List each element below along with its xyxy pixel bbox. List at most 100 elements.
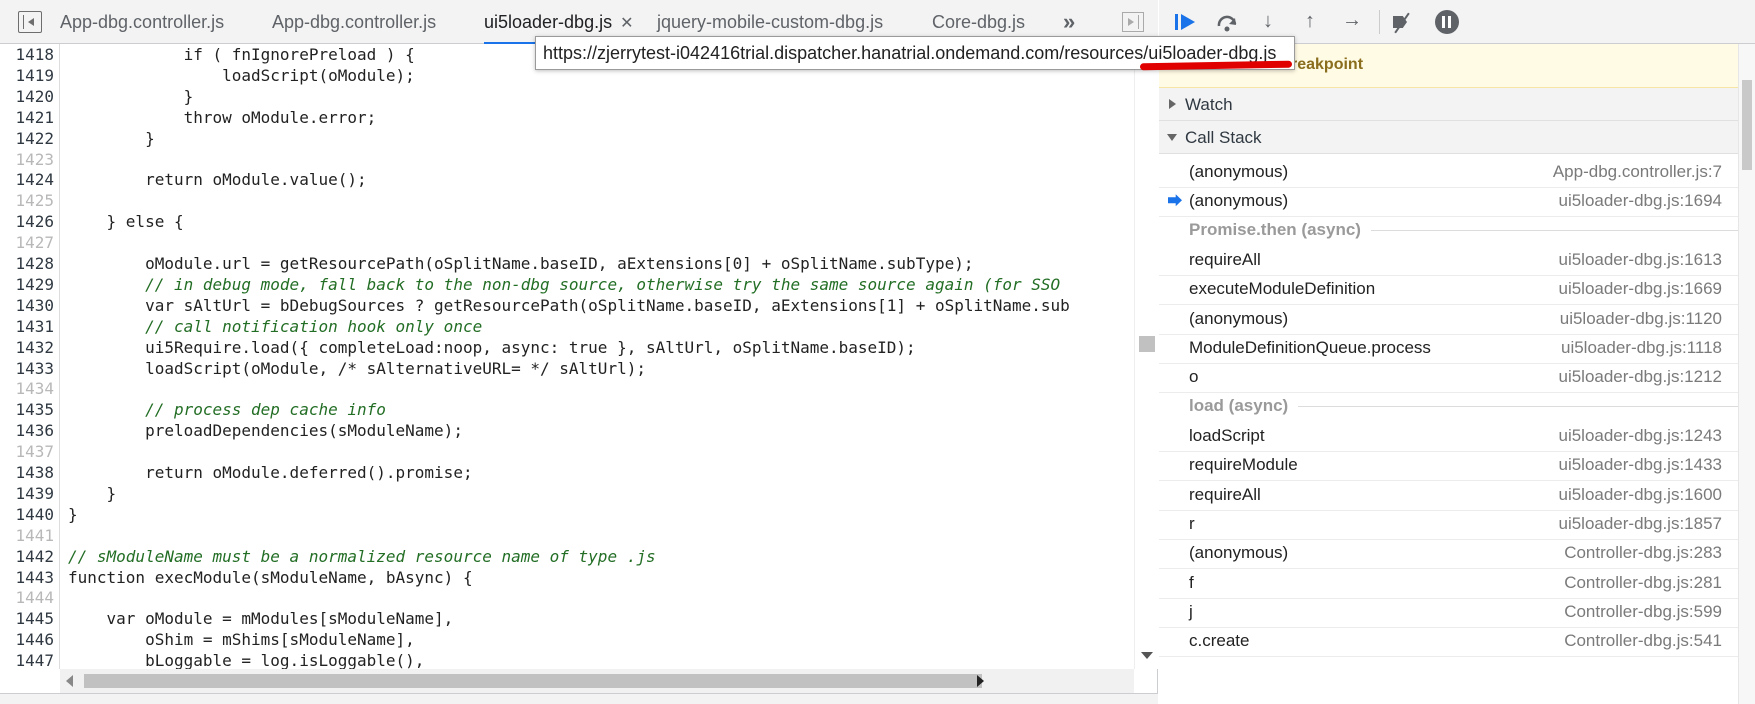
frame-location-link[interactable]: ui5loader-dbg.js:1118 bbox=[1561, 338, 1722, 358]
scroll-thumb[interactable] bbox=[84, 674, 982, 688]
code-line[interactable]: 1425 bbox=[0, 190, 1158, 211]
line-number[interactable]: 1418 bbox=[0, 44, 54, 65]
frame-location-link[interactable]: ui5loader-dbg.js:1694 bbox=[1558, 191, 1722, 211]
scroll-down-icon[interactable] bbox=[1141, 652, 1153, 659]
line-number[interactable]: 1435 bbox=[0, 399, 54, 420]
line-number[interactable]: 1425 bbox=[0, 190, 54, 211]
code-line[interactable]: 1445 var oModule = mModules[sModuleName]… bbox=[0, 608, 1158, 629]
code-line[interactable]: 1439 } bbox=[0, 483, 1158, 504]
call-frame[interactable]: f Controller-dbg.js:281 bbox=[1159, 566, 1738, 599]
code-line[interactable]: 1430 var sAltUrl = bDebugSources ? getRe… bbox=[0, 295, 1158, 316]
call-frame[interactable]: requireAll ui5loader-dbg.js:1600 bbox=[1159, 478, 1738, 511]
horizontal-scrollbar[interactable] bbox=[60, 669, 1134, 693]
scroll-left-icon[interactable] bbox=[66, 675, 73, 687]
tab-app-controller-2[interactable]: App-dbg.controller.js bbox=[272, 0, 436, 44]
tab-app-controller-1[interactable]: App-dbg.controller.js bbox=[60, 0, 224, 44]
line-number[interactable]: 1434 bbox=[0, 378, 54, 399]
line-number[interactable]: 1429 bbox=[0, 274, 54, 295]
code-line[interactable]: 1429 // in debug mode, fall back to the … bbox=[0, 274, 1158, 295]
scroll-thumb[interactable] bbox=[1742, 80, 1752, 170]
code-line[interactable]: 1424 return oModule.value(); bbox=[0, 169, 1158, 190]
line-number[interactable]: 1443 bbox=[0, 567, 54, 588]
line-number[interactable]: 1436 bbox=[0, 420, 54, 441]
line-number[interactable]: 1440 bbox=[0, 504, 54, 525]
call-frame[interactable]: (anonymous) App-dbg.controller.js:7 bbox=[1159, 155, 1738, 188]
frame-location-link[interactable]: Controller-dbg.js:281 bbox=[1564, 573, 1722, 593]
code-line[interactable]: 1432 ui5Require.load({ completeLoad:noop… bbox=[0, 337, 1158, 358]
call-frame[interactable]: requireModule ui5loader-dbg.js:1433 bbox=[1159, 448, 1738, 482]
deactivate-breakpoints-icon[interactable] bbox=[1391, 10, 1415, 34]
code-line[interactable]: 1433 loadScript(oModule, /* sAlternative… bbox=[0, 358, 1158, 379]
line-number[interactable]: 1442 bbox=[0, 546, 54, 567]
close-icon[interactable]: ✕ bbox=[620, 15, 633, 32]
line-number[interactable]: 1437 bbox=[0, 441, 54, 462]
debugger-toggle-icon[interactable] bbox=[1122, 12, 1144, 32]
code-line[interactable]: 1447 bLoggable = log.isLoggable(), bbox=[0, 650, 1158, 669]
call-frame[interactable]: (anonymous) ui5loader-dbg.js:1120 bbox=[1159, 302, 1738, 335]
call-frame[interactable]: r ui5loader-dbg.js:1857 bbox=[1159, 507, 1738, 540]
line-number[interactable]: 1428 bbox=[0, 253, 54, 274]
code-line[interactable]: 1420 } bbox=[0, 86, 1158, 107]
step-over-icon[interactable] bbox=[1215, 10, 1239, 34]
vertical-scrollbar[interactable] bbox=[1134, 44, 1158, 669]
resume-icon[interactable] bbox=[1173, 10, 1197, 34]
frame-location-link[interactable]: ui5loader-dbg.js:1600 bbox=[1558, 485, 1722, 505]
frame-location-link[interactable]: ui5loader-dbg.js:1669 bbox=[1558, 279, 1722, 299]
code-line[interactable]: 1438 return oModule.deferred().promise; bbox=[0, 462, 1158, 483]
line-number[interactable]: 1422 bbox=[0, 128, 54, 149]
line-number[interactable]: 1433 bbox=[0, 358, 54, 379]
frame-location-link[interactable]: ui5loader-dbg.js:1433 bbox=[1558, 455, 1722, 475]
line-number[interactable]: 1426 bbox=[0, 211, 54, 232]
code-view[interactable]: 1418 if ( fnIgnorePreload ) {1419 loadSc… bbox=[0, 44, 1158, 669]
line-number[interactable]: 1446 bbox=[0, 629, 54, 650]
line-number[interactable]: 1419 bbox=[0, 65, 54, 86]
line-number[interactable]: 1445 bbox=[0, 608, 54, 629]
frame-location-link[interactable]: ui5loader-dbg.js:1243 bbox=[1558, 426, 1722, 446]
code-line[interactable]: 1422 } bbox=[0, 128, 1158, 149]
code-line[interactable]: 1427 bbox=[0, 232, 1158, 253]
code-line[interactable]: 1428 oModule.url = getResourcePath(oSpli… bbox=[0, 253, 1158, 274]
code-line[interactable]: 1423 bbox=[0, 149, 1158, 170]
call-stack-section-header[interactable]: Call Stack bbox=[1159, 121, 1755, 154]
scroll-thumb[interactable] bbox=[1139, 336, 1155, 352]
call-frame[interactable]: (anonymous) ui5loader-dbg.js:1694 bbox=[1159, 184, 1738, 218]
frame-location-link[interactable]: ui5loader-dbg.js:1120 bbox=[1560, 309, 1722, 329]
code-line[interactable]: 1431 // call notification hook only once bbox=[0, 316, 1158, 337]
sidebar-scrollbar[interactable] bbox=[1738, 44, 1755, 704]
frame-location-link[interactable]: Controller-dbg.js:541 bbox=[1564, 631, 1722, 651]
step-out-icon[interactable] bbox=[1299, 10, 1323, 34]
code-line[interactable]: 1446 oShim = mShims[sModuleName], bbox=[0, 629, 1158, 650]
frame-location-link[interactable]: ui5loader-dbg.js:1613 bbox=[1558, 250, 1722, 270]
line-number[interactable]: 1431 bbox=[0, 316, 54, 337]
step-icon[interactable] bbox=[1339, 9, 1363, 34]
call-frame[interactable]: o ui5loader-dbg.js:1212 bbox=[1159, 360, 1738, 394]
code-line[interactable]: 1443 function execModule(sModuleName, bAs… bbox=[0, 567, 1158, 588]
line-number[interactable]: 1432 bbox=[0, 337, 54, 358]
call-frame[interactable]: ModuleDefinitionQueue.process ui5loader-d… bbox=[1159, 331, 1738, 364]
code-line[interactable]: 1437 bbox=[0, 441, 1158, 462]
line-number[interactable]: 1444 bbox=[0, 587, 54, 608]
line-number[interactable]: 1421 bbox=[0, 107, 54, 128]
line-number[interactable]: 1439 bbox=[0, 483, 54, 504]
line-number[interactable]: 1424 bbox=[0, 169, 54, 190]
code-line[interactable]: 1435 // process dep cache info bbox=[0, 399, 1158, 420]
frame-location-link[interactable]: Controller-dbg.js:599 bbox=[1564, 602, 1722, 622]
call-frame[interactable]: loadScript ui5loader-dbg.js:1243 bbox=[1159, 419, 1738, 453]
code-line[interactable]: 1434 bbox=[0, 378, 1158, 399]
code-line[interactable]: 1442 // sModuleName must be a normalized … bbox=[0, 546, 1158, 567]
call-frame[interactable]: executeModuleDefinition ui5loader-dbg.js:… bbox=[1159, 272, 1738, 306]
line-number[interactable]: 1438 bbox=[0, 462, 54, 483]
frame-location-link[interactable]: App-dbg.controller.js:7 bbox=[1553, 162, 1722, 182]
line-number[interactable]: 1420 bbox=[0, 86, 54, 107]
step-into-icon[interactable] bbox=[1257, 10, 1281, 34]
pause-on-exceptions-icon[interactable] bbox=[1435, 10, 1459, 34]
more-tabs-icon[interactable]: » bbox=[1063, 9, 1075, 35]
frame-location-link[interactable]: Controller-dbg.js:283 bbox=[1564, 543, 1722, 563]
code-line[interactable]: 1440} bbox=[0, 504, 1158, 525]
scroll-right-icon[interactable] bbox=[977, 675, 984, 687]
line-number[interactable]: 1441 bbox=[0, 525, 54, 546]
line-number[interactable]: 1427 bbox=[0, 232, 54, 253]
code-line[interactable]: 1441 bbox=[0, 525, 1158, 546]
sidebar-toggle-icon[interactable] bbox=[18, 11, 42, 33]
line-number[interactable]: 1430 bbox=[0, 295, 54, 316]
